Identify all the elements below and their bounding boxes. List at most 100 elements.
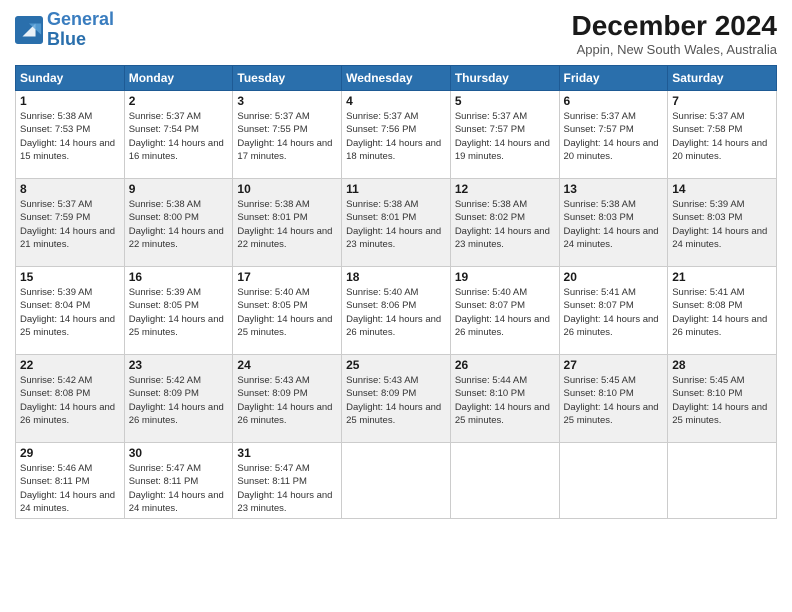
day-number: 25 <box>346 358 446 372</box>
calendar-header-row: Sunday Monday Tuesday Wednesday Thursday… <box>16 66 777 91</box>
day-info: Sunrise: 5:38 AM Sunset: 7:53 PM Dayligh… <box>20 110 120 163</box>
calendar-cell: 25 Sunrise: 5:43 AM Sunset: 8:09 PM Dayl… <box>342 355 451 443</box>
calendar: Sunday Monday Tuesday Wednesday Thursday… <box>15 65 777 519</box>
calendar-cell: 3 Sunrise: 5:37 AM Sunset: 7:55 PM Dayli… <box>233 91 342 179</box>
header-thursday: Thursday <box>450 66 559 91</box>
day-info: Sunrise: 5:45 AM Sunset: 8:10 PM Dayligh… <box>672 374 772 427</box>
day-info: Sunrise: 5:41 AM Sunset: 8:08 PM Dayligh… <box>672 286 772 339</box>
day-info: Sunrise: 5:42 AM Sunset: 8:08 PM Dayligh… <box>20 374 120 427</box>
header-tuesday: Tuesday <box>233 66 342 91</box>
logo: General Blue <box>15 10 114 50</box>
day-info: Sunrise: 5:37 AM Sunset: 7:59 PM Dayligh… <box>20 198 120 251</box>
day-info: Sunrise: 5:40 AM Sunset: 8:05 PM Dayligh… <box>237 286 337 339</box>
day-info: Sunrise: 5:37 AM Sunset: 7:57 PM Dayligh… <box>455 110 555 163</box>
calendar-cell: 16 Sunrise: 5:39 AM Sunset: 8:05 PM Dayl… <box>124 267 233 355</box>
calendar-cell: 5 Sunrise: 5:37 AM Sunset: 7:57 PM Dayli… <box>450 91 559 179</box>
day-info: Sunrise: 5:38 AM Sunset: 8:00 PM Dayligh… <box>129 198 229 251</box>
calendar-cell: 8 Sunrise: 5:37 AM Sunset: 7:59 PM Dayli… <box>16 179 125 267</box>
day-info: Sunrise: 5:45 AM Sunset: 8:10 PM Dayligh… <box>564 374 664 427</box>
calendar-cell: 2 Sunrise: 5:37 AM Sunset: 7:54 PM Dayli… <box>124 91 233 179</box>
day-info: Sunrise: 5:38 AM Sunset: 8:01 PM Dayligh… <box>237 198 337 251</box>
day-number: 29 <box>20 446 120 460</box>
day-info: Sunrise: 5:42 AM Sunset: 8:09 PM Dayligh… <box>129 374 229 427</box>
day-info: Sunrise: 5:37 AM Sunset: 7:54 PM Dayligh… <box>129 110 229 163</box>
day-number: 6 <box>564 94 664 108</box>
day-info: Sunrise: 5:38 AM Sunset: 8:03 PM Dayligh… <box>564 198 664 251</box>
calendar-cell <box>342 443 451 519</box>
calendar-cell: 11 Sunrise: 5:38 AM Sunset: 8:01 PM Dayl… <box>342 179 451 267</box>
day-info: Sunrise: 5:38 AM Sunset: 8:01 PM Dayligh… <box>346 198 446 251</box>
day-info: Sunrise: 5:43 AM Sunset: 8:09 PM Dayligh… <box>346 374 446 427</box>
logo-text: General Blue <box>47 10 114 50</box>
day-number: 11 <box>346 182 446 196</box>
title-block: December 2024 Appin, New South Wales, Au… <box>572 10 777 57</box>
day-number: 19 <box>455 270 555 284</box>
calendar-cell: 23 Sunrise: 5:42 AM Sunset: 8:09 PM Dayl… <box>124 355 233 443</box>
day-number: 17 <box>237 270 337 284</box>
calendar-cell: 1 Sunrise: 5:38 AM Sunset: 7:53 PM Dayli… <box>16 91 125 179</box>
day-number: 4 <box>346 94 446 108</box>
day-info: Sunrise: 5:47 AM Sunset: 8:11 PM Dayligh… <box>129 462 229 515</box>
day-info: Sunrise: 5:40 AM Sunset: 8:06 PM Dayligh… <box>346 286 446 339</box>
day-info: Sunrise: 5:37 AM Sunset: 7:57 PM Dayligh… <box>564 110 664 163</box>
day-number: 10 <box>237 182 337 196</box>
page-header: General Blue December 2024 Appin, New So… <box>15 10 777 57</box>
calendar-cell: 12 Sunrise: 5:38 AM Sunset: 8:02 PM Dayl… <box>450 179 559 267</box>
day-number: 15 <box>20 270 120 284</box>
calendar-cell: 7 Sunrise: 5:37 AM Sunset: 7:58 PM Dayli… <box>668 91 777 179</box>
calendar-row: 22 Sunrise: 5:42 AM Sunset: 8:08 PM Dayl… <box>16 355 777 443</box>
day-number: 5 <box>455 94 555 108</box>
calendar-cell: 30 Sunrise: 5:47 AM Sunset: 8:11 PM Dayl… <box>124 443 233 519</box>
calendar-row: 15 Sunrise: 5:39 AM Sunset: 8:04 PM Dayl… <box>16 267 777 355</box>
calendar-cell: 13 Sunrise: 5:38 AM Sunset: 8:03 PM Dayl… <box>559 179 668 267</box>
calendar-row: 8 Sunrise: 5:37 AM Sunset: 7:59 PM Dayli… <box>16 179 777 267</box>
header-wednesday: Wednesday <box>342 66 451 91</box>
calendar-cell: 31 Sunrise: 5:47 AM Sunset: 8:11 PM Dayl… <box>233 443 342 519</box>
day-number: 30 <box>129 446 229 460</box>
day-info: Sunrise: 5:46 AM Sunset: 8:11 PM Dayligh… <box>20 462 120 515</box>
day-number: 3 <box>237 94 337 108</box>
header-friday: Friday <box>559 66 668 91</box>
day-number: 16 <box>129 270 229 284</box>
calendar-cell: 27 Sunrise: 5:45 AM Sunset: 8:10 PM Dayl… <box>559 355 668 443</box>
day-info: Sunrise: 5:47 AM Sunset: 8:11 PM Dayligh… <box>237 462 337 515</box>
day-number: 2 <box>129 94 229 108</box>
header-saturday: Saturday <box>668 66 777 91</box>
calendar-cell: 18 Sunrise: 5:40 AM Sunset: 8:06 PM Dayl… <box>342 267 451 355</box>
logo-icon <box>15 16 43 44</box>
day-info: Sunrise: 5:40 AM Sunset: 8:07 PM Dayligh… <box>455 286 555 339</box>
calendar-cell: 4 Sunrise: 5:37 AM Sunset: 7:56 PM Dayli… <box>342 91 451 179</box>
calendar-row: 1 Sunrise: 5:38 AM Sunset: 7:53 PM Dayli… <box>16 91 777 179</box>
day-number: 14 <box>672 182 772 196</box>
day-info: Sunrise: 5:39 AM Sunset: 8:03 PM Dayligh… <box>672 198 772 251</box>
day-number: 27 <box>564 358 664 372</box>
calendar-cell: 20 Sunrise: 5:41 AM Sunset: 8:07 PM Dayl… <box>559 267 668 355</box>
day-info: Sunrise: 5:39 AM Sunset: 8:04 PM Dayligh… <box>20 286 120 339</box>
day-number: 8 <box>20 182 120 196</box>
day-number: 31 <box>237 446 337 460</box>
day-number: 13 <box>564 182 664 196</box>
day-info: Sunrise: 5:37 AM Sunset: 7:58 PM Dayligh… <box>672 110 772 163</box>
calendar-cell: 29 Sunrise: 5:46 AM Sunset: 8:11 PM Dayl… <box>16 443 125 519</box>
day-number: 28 <box>672 358 772 372</box>
calendar-cell <box>559 443 668 519</box>
calendar-row: 29 Sunrise: 5:46 AM Sunset: 8:11 PM Dayl… <box>16 443 777 519</box>
day-number: 7 <box>672 94 772 108</box>
calendar-cell <box>450 443 559 519</box>
header-monday: Monday <box>124 66 233 91</box>
month-title: December 2024 <box>572 10 777 42</box>
calendar-cell: 19 Sunrise: 5:40 AM Sunset: 8:07 PM Dayl… <box>450 267 559 355</box>
day-number: 23 <box>129 358 229 372</box>
calendar-cell: 6 Sunrise: 5:37 AM Sunset: 7:57 PM Dayli… <box>559 91 668 179</box>
calendar-cell: 9 Sunrise: 5:38 AM Sunset: 8:00 PM Dayli… <box>124 179 233 267</box>
day-number: 22 <box>20 358 120 372</box>
day-info: Sunrise: 5:43 AM Sunset: 8:09 PM Dayligh… <box>237 374 337 427</box>
day-number: 18 <box>346 270 446 284</box>
day-info: Sunrise: 5:41 AM Sunset: 8:07 PM Dayligh… <box>564 286 664 339</box>
calendar-cell: 15 Sunrise: 5:39 AM Sunset: 8:04 PM Dayl… <box>16 267 125 355</box>
day-number: 12 <box>455 182 555 196</box>
header-sunday: Sunday <box>16 66 125 91</box>
calendar-cell: 14 Sunrise: 5:39 AM Sunset: 8:03 PM Dayl… <box>668 179 777 267</box>
calendar-cell: 28 Sunrise: 5:45 AM Sunset: 8:10 PM Dayl… <box>668 355 777 443</box>
calendar-cell: 10 Sunrise: 5:38 AM Sunset: 8:01 PM Dayl… <box>233 179 342 267</box>
